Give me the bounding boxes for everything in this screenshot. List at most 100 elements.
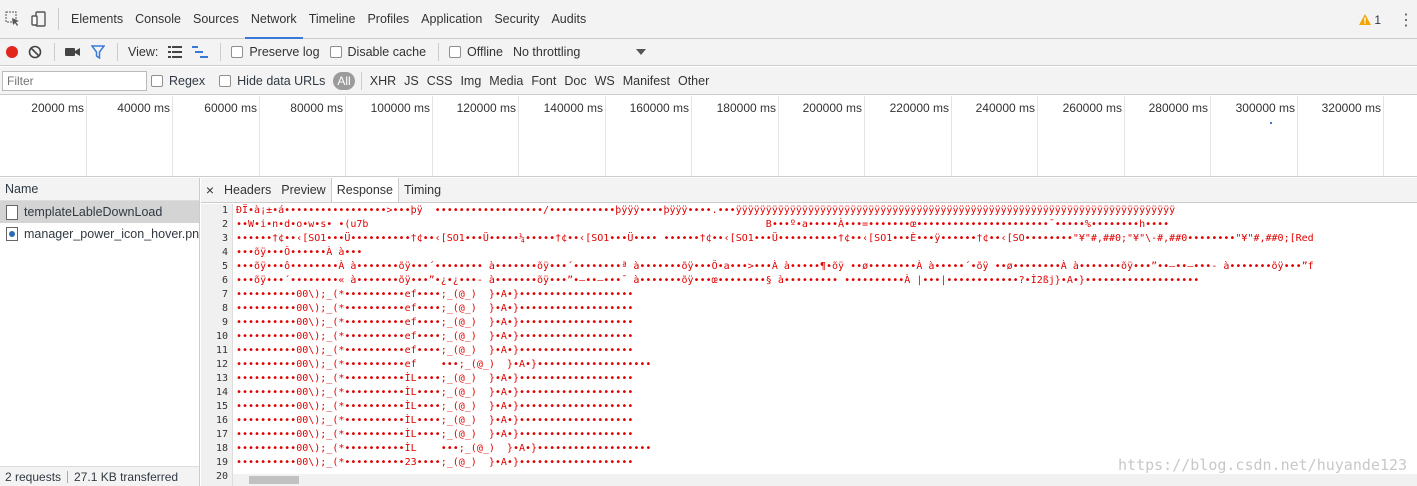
request-row[interactable]: templateLableDownLoad [0,201,199,223]
tab-timeline[interactable]: Timeline [303,0,362,39]
checkbox-box[interactable] [449,46,462,58]
tab-network[interactable]: Network [244,0,303,39]
offline-checkbox[interactable]: Offline [449,39,503,66]
checkbox-box[interactable] [219,74,232,87]
response-line: ÐÏ•à¡±•á•••••••••••••••••>•••þÿ ••••••••… [236,205,1176,216]
filter-bar: Regex Hide data URLs All XHR JS CSS Img Media… [0,67,1417,95]
record-button[interactable] [6,39,18,66]
filter-input[interactable] [2,70,147,91]
response-line: ••••••••••00\);_(*••••••••••ef••••;_(@_)… [236,345,634,356]
waterfall-view-button[interactable] [192,39,209,66]
requests-pane: Name templateLableDownLoad manager_power_… [0,178,200,486]
filter-type-doc[interactable]: Doc [564,74,586,88]
preserve-log-checkbox[interactable]: Preserve log [231,39,320,66]
line-number: 2 [221,219,228,230]
line-number: 19 [215,457,228,468]
response-line: ••••••••••00\);_(*••••••••••ÌL••••;_(@_)… [236,387,634,398]
response-text: ÐÏ•à¡±•á•••••••••••••••••>•••þÿ ••••••••… [236,204,1417,484]
response-viewer[interactable]: 1 2 3 4 5 6 7 8 9 10 11 12 13 14 15 16 17 18 19 20 ÐÏ•à¡±•á… [201,204,1417,486]
large-rows-button[interactable] [168,39,183,66]
tab-profiles[interactable]: Profiles [361,0,415,39]
filter-toggle-button[interactable] [91,39,105,66]
tab-elements[interactable]: Elements [65,0,129,39]
detail-tabs: × Headers Preview Response Timing [201,178,1417,203]
response-line: ••W•i•n•d•o•w•s• •(u7b B•••º•a•••••À•••=… [236,219,1170,230]
disable-cache-checkbox[interactable]: Disable cache [329,39,426,66]
record-icon [6,46,18,58]
line-number: 9 [221,317,228,328]
tab-application[interactable]: Application [415,0,488,39]
preserve-log-label: Preserve log [249,45,320,59]
line-number: 3 [221,233,228,244]
throttling-select[interactable]: No throttling [512,39,647,66]
tab-security[interactable]: Security [488,0,545,39]
filter-type-css[interactable]: CSS [427,74,453,88]
filter-type-all[interactable]: All [333,71,355,90]
timeline-overview[interactable]: 20000 ms 40000 ms 60000 ms 80000 ms 100000 m… [0,96,1417,177]
device-icon [31,11,46,27]
response-line: ••••••••••00\);_(*••••••••••ÌL••••;_(@_)… [236,429,634,440]
response-line: ••••••••••00\);_(*••••••••••ef •••;_(@_)… [236,359,652,370]
transferred-size: 27.1 KB transferred [74,469,179,484]
line-number: 7 [221,289,228,300]
detail-tab-response[interactable]: Response [330,178,400,202]
checkbox-box[interactable] [231,46,244,58]
network-toolbar: View: Preserve log Disable cache Offline… [0,39,1417,66]
scrollbar-thumb[interactable] [249,476,299,484]
capture-screenshots-button[interactable] [65,39,81,66]
inspect-element-button[interactable] [0,0,26,39]
line-number: 12 [215,359,228,370]
filter-type-img[interactable]: Img [460,74,481,88]
funnel-icon [91,45,105,59]
device-toolbar-button[interactable] [26,0,52,39]
filter-type-js[interactable]: JS [404,74,419,88]
cursor-select-icon [5,11,19,26]
response-line: •••õÿ•••´••••••••« à•••••••õÿ•••”•¿•¿•••… [236,275,1200,286]
line-number: 8 [221,303,228,314]
response-line: ••••••••••00\);_(*••••••••••ef••••;_(@_)… [236,303,634,314]
response-line: ••••••†¢••‹[SO1•••Ü••••••••••†¢••‹[SO1••… [236,233,1314,244]
horizontal-scrollbar[interactable] [233,474,1417,486]
divider [117,43,118,61]
filter-type-xhr[interactable]: XHR [370,74,396,88]
line-number: 11 [215,345,228,356]
more-options-icon[interactable]: ⋮ [1395,10,1417,30]
warning-counter[interactable]: 1 [1359,13,1395,27]
filter-type-ws[interactable]: WS [595,74,615,88]
filter-type-font[interactable]: Font [531,74,556,88]
hide-data-urls-label: Hide data URLs [237,73,326,88]
response-line: ••••••••••00\);_(*••••••••••ÌL••••;_(@_)… [236,373,634,384]
response-line: ••••••••••00\);_(*••••••••••ÌL •••;_(@_)… [236,443,652,454]
checkbox-box[interactable] [151,74,163,87]
filter-type-other[interactable]: Other [678,74,709,88]
filter-type-manifest[interactable]: Manifest [623,74,670,88]
detail-tab-preview[interactable]: Preview [276,178,330,202]
request-row[interactable]: manager_power_icon_hover.png [0,223,199,245]
line-number: 4 [221,247,228,258]
warning-count: 1 [1374,12,1381,27]
detail-tab-timing[interactable]: Timing [399,178,446,202]
detail-tab-headers[interactable]: Headers [219,178,276,202]
waterfall-icon [192,46,209,58]
response-line: ••••••••••00\);_(*••••••••••ef••••;_(@_)… [236,317,634,328]
checkbox-box[interactable] [329,46,342,58]
regex-label: Regex [169,73,206,88]
filter-type-media[interactable]: Media [489,74,523,88]
tab-console[interactable]: Console [129,0,187,39]
regex-checkbox[interactable]: Regex [151,74,205,88]
line-number: 6 [221,275,228,286]
divider [67,470,69,483]
devtools-tabbar: Elements Console Sources Network Timeline Pro… [0,0,1417,39]
clear-button[interactable] [28,39,42,66]
hide-data-urls-checkbox[interactable]: Hide data URLs [219,74,325,88]
list-view-icon [168,46,183,58]
tab-sources[interactable]: Sources [187,0,245,39]
request-count: 2 requests [5,469,62,484]
name-column-header[interactable]: Name [0,178,199,201]
divider [54,43,55,61]
tab-audits[interactable]: Audits [545,0,592,39]
line-number: 20 [215,471,228,482]
throttling-value: No throttling [512,45,581,59]
response-line: ••••••••••00\);_(*••••••••••ef••••;_(@_)… [236,289,634,300]
close-icon[interactable]: × [201,178,219,202]
